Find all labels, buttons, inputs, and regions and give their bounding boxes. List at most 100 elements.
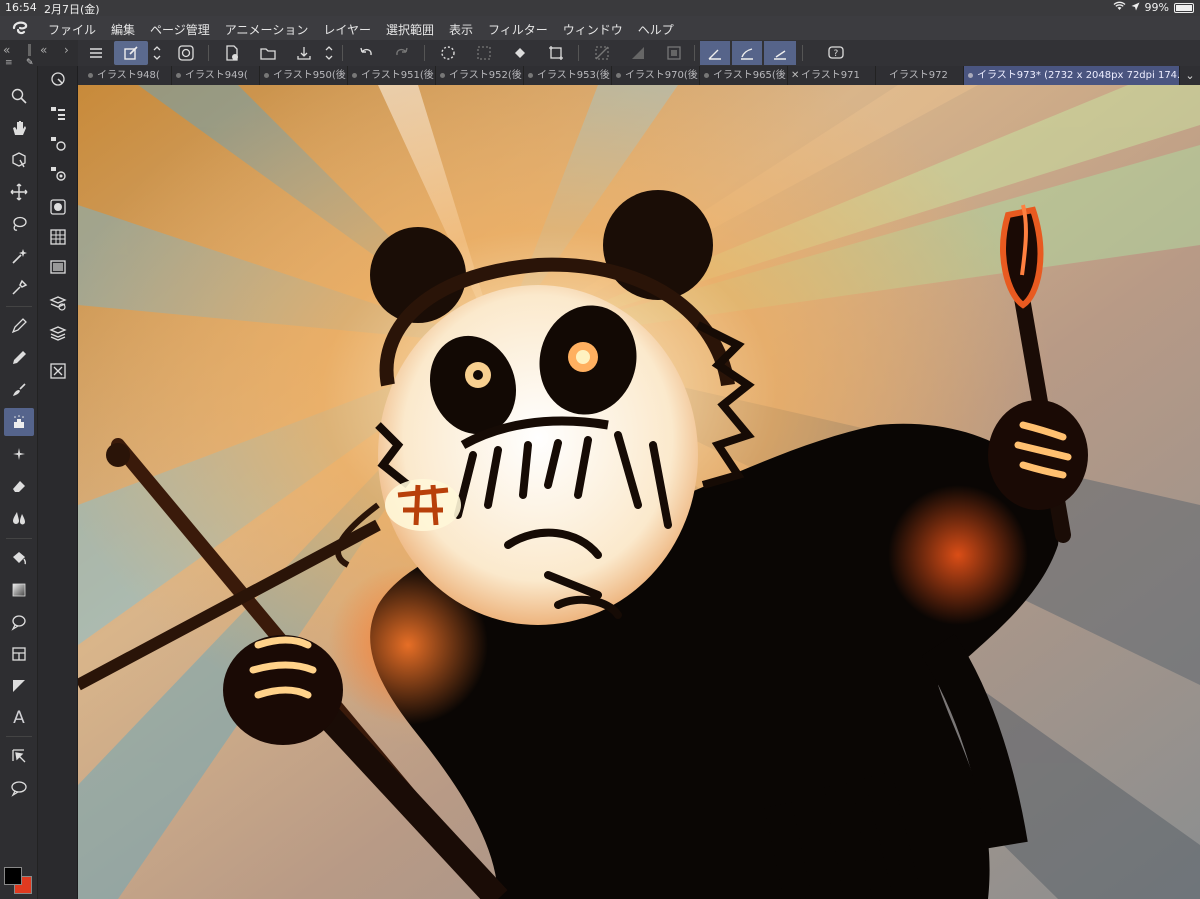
new-file-icon[interactable]	[220, 41, 244, 65]
status-date: 2月7日(金)	[44, 3, 100, 16]
tab-label: イラスト972	[889, 70, 948, 81]
tab-close-icon[interactable]: ✕	[791, 66, 799, 85]
sub-panel-strip	[38, 66, 78, 899]
ruler-icon[interactable]	[4, 672, 34, 700]
menu-file[interactable]: ファイル	[48, 21, 96, 38]
gradient-icon[interactable]	[4, 576, 34, 604]
balloon-icon[interactable]	[4, 774, 34, 802]
menu-items: ファイル 編集 ページ管理 アニメーション レイヤー 選択範囲 表示 フィルター…	[48, 21, 674, 38]
collapse-left-icon[interactable]: «	[3, 43, 10, 57]
color-circle-icon[interactable]	[47, 196, 69, 218]
color-set-icon[interactable]	[47, 226, 69, 248]
updown-icon[interactable]	[150, 41, 164, 65]
canvas-artwork[interactable]	[78, 85, 1200, 899]
canvas-tabs: イラスト948( イラスト949( イラスト950(後 イラスト951(後 イラ…	[78, 66, 1200, 85]
open-folder-icon[interactable]	[256, 41, 280, 65]
menu-view[interactable]: 表示	[449, 21, 473, 38]
eraser-icon[interactable]	[4, 472, 34, 500]
layer-icon[interactable]	[47, 322, 69, 344]
main-color-swatch[interactable]	[4, 867, 22, 885]
invert-selection-icon[interactable]	[626, 41, 650, 65]
location-icon	[1131, 1, 1140, 14]
material-icon[interactable]	[47, 360, 69, 382]
tab-illust970[interactable]: イラスト970(後	[612, 66, 700, 85]
tab-illust951[interactable]: イラスト951(後	[348, 66, 436, 85]
fill-icon[interactable]	[4, 544, 34, 572]
move-icon[interactable]	[4, 178, 34, 206]
object-icon[interactable]	[4, 742, 34, 770]
contour-icon[interactable]	[4, 608, 34, 636]
command-bar: ?	[78, 40, 1200, 66]
updown-icon-2[interactable]	[322, 41, 336, 65]
tab-illust953[interactable]: イラスト953(後	[524, 66, 612, 85]
transform-icon[interactable]	[544, 41, 568, 65]
intermediate-color-icon[interactable]	[47, 256, 69, 278]
help-icon[interactable]: ?	[824, 41, 848, 65]
pen-icon[interactable]	[4, 312, 34, 340]
tool-palette: A	[0, 66, 38, 899]
panel-grip-icon[interactable]	[28, 44, 31, 56]
clear-selection-icon[interactable]	[590, 41, 614, 65]
text-icon[interactable]: A	[4, 704, 34, 732]
panda-illustration	[78, 85, 1200, 899]
tab-label: イラスト950(後	[273, 70, 346, 81]
edit-mode-button[interactable]	[114, 41, 148, 65]
menu-animation[interactable]: アニメーション	[225, 21, 309, 38]
tab-label: イラスト965(後	[713, 70, 786, 81]
hand-icon[interactable]	[4, 114, 34, 142]
magic-wand-icon[interactable]	[4, 242, 34, 270]
blend-icon[interactable]	[4, 504, 34, 532]
hamburger-icon[interactable]	[84, 41, 108, 65]
eyedropper-icon[interactable]	[4, 274, 34, 302]
decoration-icon[interactable]	[4, 440, 34, 468]
tab-illust950[interactable]: イラスト950(後	[260, 66, 348, 85]
subtool-group-icon[interactable]	[47, 102, 69, 124]
panel-header: « « › ≡ ✎	[0, 40, 78, 68]
tool-property-icon[interactable]	[47, 132, 69, 154]
menu-layer[interactable]: レイヤー	[323, 21, 371, 38]
snap-ruler-icon[interactable]	[700, 41, 730, 65]
brush-size-icon[interactable]	[47, 162, 69, 184]
operation-icon[interactable]	[4, 146, 34, 174]
lasso-icon[interactable]	[4, 210, 34, 238]
frame-icon[interactable]	[4, 640, 34, 668]
redo-icon[interactable]	[390, 41, 414, 65]
snap-special-ruler-icon[interactable]	[732, 41, 762, 65]
snap-grid-icon[interactable]	[764, 41, 796, 65]
deselect-icon[interactable]	[472, 41, 496, 65]
menu-filter[interactable]: フィルター	[488, 21, 548, 38]
tab-illust949[interactable]: イラスト949(	[172, 66, 260, 85]
save-icon[interactable]	[292, 41, 316, 65]
app-logo-icon[interactable]	[10, 19, 30, 37]
menu-edit[interactable]: 編集	[111, 21, 135, 38]
undo-icon[interactable]	[354, 41, 378, 65]
svg-text:?: ?	[834, 49, 839, 59]
menu-help[interactable]: ヘルプ	[638, 21, 674, 38]
navigator-icon[interactable]	[47, 68, 69, 90]
fill-bucket-icon[interactable]	[508, 41, 532, 65]
airbrush-icon[interactable]	[4, 408, 34, 436]
tab-illust971[interactable]: ✕ イラスト971	[788, 66, 876, 85]
chevron-down-icon[interactable]: ⌄	[1180, 66, 1200, 85]
tab-illust952[interactable]: イラスト952(後	[436, 66, 524, 85]
expand-icon[interactable]: ›	[64, 43, 69, 57]
loading-icon[interactable]	[436, 41, 460, 65]
tab-label: イラスト948(	[97, 70, 160, 81]
pencil-icon[interactable]	[4, 344, 34, 372]
menu-page[interactable]: ページ管理	[150, 21, 210, 38]
tab-illust948[interactable]: イラスト948(	[84, 66, 172, 85]
zoom-icon[interactable]	[4, 82, 34, 110]
menu-selection[interactable]: 選択範囲	[386, 21, 434, 38]
status-right: 99%	[1113, 1, 1194, 14]
menu-window[interactable]: ウィンドウ	[563, 21, 623, 38]
tab-illust973-active[interactable]: イラスト973* (2732 x 2048px 72dpi 174.4%)	[964, 66, 1180, 85]
tab-illust972[interactable]: イラスト972	[876, 66, 964, 85]
brush-icon[interactable]	[4, 376, 34, 404]
companion-icon[interactable]	[174, 41, 198, 65]
collapse-right-icon[interactable]: «	[40, 43, 47, 57]
tab-illust965[interactable]: イラスト965(後	[700, 66, 788, 85]
crop-selection-icon[interactable]	[662, 41, 686, 65]
layer-property-icon[interactable]	[47, 292, 69, 314]
battery-icon	[1174, 2, 1194, 13]
ios-status-bar: 16:54 2月7日(金) 99%	[0, 0, 1200, 16]
